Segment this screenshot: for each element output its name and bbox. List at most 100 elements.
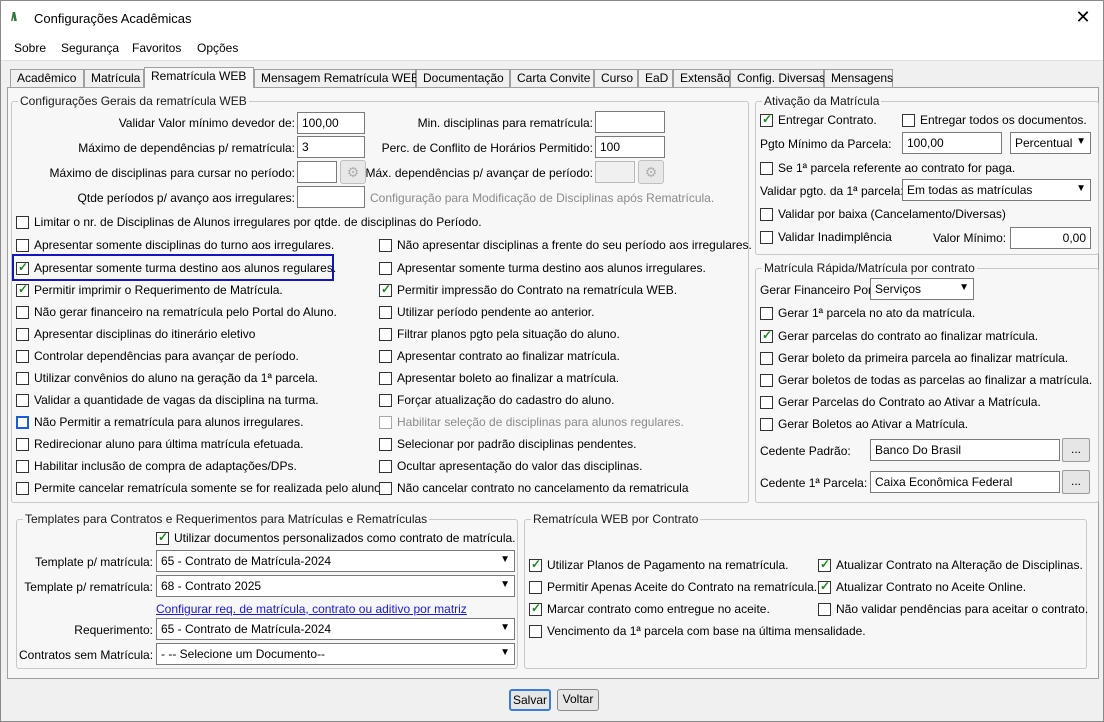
max-dependencias-field[interactable]: 3 [297, 136, 365, 158]
valor-minimo-field[interactable]: 0,00 [1010, 227, 1091, 249]
checkbox-box[interactable] [379, 460, 392, 473]
checkbox-box[interactable] [379, 482, 392, 495]
checkbox-box[interactable] [16, 438, 29, 451]
requerimento-select[interactable]: 65 - Contrato de Matrícula-2024 ▼ [156, 618, 515, 640]
qtde-periodos-field[interactable] [297, 186, 365, 208]
checkbox-box[interactable] [16, 350, 29, 363]
window-title: Configurações Acadêmicas [34, 11, 192, 26]
checkbox-box[interactable] [379, 306, 392, 319]
tab-mensagem-rematricula[interactable]: Mensagem Rematrícula WEB [254, 69, 419, 87]
checkbox-box[interactable] [760, 374, 773, 387]
checkbox-box[interactable] [16, 282, 29, 297]
validar-pgto-select[interactable]: Em todas as matrículas ▼ [902, 179, 1091, 201]
tab-mensagens[interactable]: Mensagens [824, 69, 893, 87]
checkbox-box[interactable] [379, 262, 392, 275]
checkbox-label: Apresentar disciplinas do itinerário ele… [34, 327, 256, 341]
checkbox-box[interactable] [379, 239, 392, 252]
min-disciplinas-field[interactable] [595, 111, 665, 133]
save-button[interactable]: Salvar [509, 689, 551, 711]
tab-carta-convite[interactable]: Carta Convite [510, 69, 594, 87]
template-matricula-select[interactable]: 65 - Contrato de Matrícula-2024 ▼ [156, 550, 515, 572]
dropdown-arrow-icon: ▼ [500, 622, 510, 633]
checkbox-label: Forçar atualização do cadastro do aluno. [397, 393, 615, 407]
max-dep-avancar-field[interactable] [595, 161, 635, 183]
checkbox-box[interactable] [760, 352, 773, 365]
menu-favoritos[interactable]: Favoritos [132, 41, 181, 55]
pgto-tipo-select[interactable]: Percentual ▼ [1010, 132, 1091, 154]
tab-ead[interactable]: EaD [638, 69, 673, 87]
checkbox-label: Não apresentar disciplinas a frente do s… [397, 238, 752, 252]
checkbox-box[interactable] [379, 394, 392, 407]
checkbox-box[interactable] [379, 328, 392, 341]
back-button[interactable]: Voltar [557, 689, 599, 711]
checkbox-box[interactable] [16, 482, 29, 495]
valor-minimo-label: Valor Mínimo: [933, 231, 1007, 245]
checkbox-box[interactable] [379, 438, 392, 451]
tab-config-diversas[interactable]: Config. Diversas [730, 69, 825, 87]
checkbox-box[interactable] [379, 282, 392, 297]
checkbox-label: Permitir Apenas Aceite do Contrato na re… [547, 580, 818, 594]
checkbox-box[interactable] [16, 416, 29, 429]
checkbox-box[interactable] [760, 307, 773, 320]
requerimento-label: Requerimento: [74, 623, 153, 637]
checkbox-box[interactable] [529, 557, 542, 572]
menu-seguranca[interactable]: Segurança [61, 41, 119, 55]
checkbox-label: Habilitar seleção de disciplinas para al… [397, 415, 684, 429]
ativacao-title: Ativação da Matrícula [762, 94, 882, 108]
dropdown-arrow-icon: ▼ [1076, 136, 1086, 147]
template-rematricula-label: Template p/ rematrícula: [24, 580, 153, 594]
checkbox-box[interactable] [760, 418, 773, 431]
checkbox-box[interactable] [818, 557, 831, 572]
max-disciplinas-field[interactable] [297, 161, 337, 183]
webcontrato-group: Rematrícula WEB por Contrato [524, 512, 1087, 669]
checkbox-box[interactable] [379, 416, 392, 429]
cedente-padrao-button[interactable]: ... [1062, 438, 1090, 462]
gerar-fin-select[interactable]: Serviços ▼ [870, 278, 974, 300]
checkbox-box[interactable] [760, 328, 773, 343]
checkbox-box[interactable] [16, 372, 29, 385]
dropdown-arrow-icon: ▼ [500, 647, 510, 658]
pgto-min-field[interactable]: 100,00 [902, 132, 1002, 154]
checkbox-label: Apresentar boleto ao finalizar a matrícu… [397, 371, 620, 385]
checkbox-label: Gerar boleto da primeira parcela ao fina… [778, 351, 1069, 365]
checkbox-label: Controlar dependências para avançar de p… [34, 349, 299, 363]
valor-min-devedor-field[interactable]: 100,00 [297, 112, 365, 134]
checkbox-box[interactable] [379, 350, 392, 363]
cedente-primeira-button[interactable]: ... [1062, 470, 1090, 494]
checkbox-box[interactable] [16, 306, 29, 319]
tab-matricula[interactable]: Matrícula [84, 69, 144, 87]
menu-opcoes[interactable]: Opções [197, 41, 238, 55]
gear-icon[interactable]: ⚙ [638, 160, 664, 184]
checkbox-label: Não cancelar contrato no cancelamento da… [397, 481, 689, 495]
checkbox-box[interactable] [818, 603, 831, 616]
perc-conflito-field[interactable]: 100 [595, 136, 665, 158]
sem-matricula-select[interactable]: - -- Selecione um Documento-- ▼ [156, 643, 515, 665]
checkbox-box[interactable] [16, 328, 29, 341]
tab-academico[interactable]: Acadêmico [10, 69, 84, 87]
checkbox-box[interactable] [760, 396, 773, 409]
tab-documentacao[interactable]: Documentação [416, 69, 510, 87]
tab-rematricula-web[interactable]: Rematrícula WEB [144, 67, 254, 88]
dropdown-arrow-icon: ▼ [959, 282, 969, 293]
checkbox-box[interactable] [16, 239, 29, 252]
cedente-padrao-field[interactable]: Banco Do Brasil [870, 439, 1060, 461]
config-modificacao-link[interactable]: Configuração para Modificação de Discipl… [370, 191, 714, 205]
checkbox-box[interactable] [379, 372, 392, 385]
templates-title: Templates para Contratos e Requerimentos… [23, 512, 430, 526]
tab-extensao[interactable]: Extensão [673, 69, 730, 87]
gear-icon[interactable]: ⚙ [340, 160, 366, 184]
menu-sobre[interactable]: Sobre [14, 41, 46, 55]
checkbox-box[interactable] [16, 260, 29, 275]
cedente-primeira-field[interactable]: Caixa Econômica Federal [870, 471, 1060, 493]
checkbox-box[interactable] [529, 625, 542, 638]
template-rematricula-select[interactable]: 68 - Contrato 2025 ▼ [156, 575, 515, 597]
tab-curso[interactable]: Curso [594, 69, 638, 87]
configurar-req-link[interactable]: Configurar req. de matrícula, contrato o… [156, 602, 467, 616]
close-icon[interactable]: ✕ [1073, 7, 1093, 28]
checkbox-box[interactable] [818, 579, 831, 594]
checkbox-box[interactable] [16, 394, 29, 407]
checkbox-box[interactable] [529, 601, 542, 616]
checkbox-box[interactable] [16, 460, 29, 473]
checkbox-box[interactable] [529, 581, 542, 594]
checkbox-label: Atualizar Contrato no Aceite Online. [836, 580, 1027, 594]
